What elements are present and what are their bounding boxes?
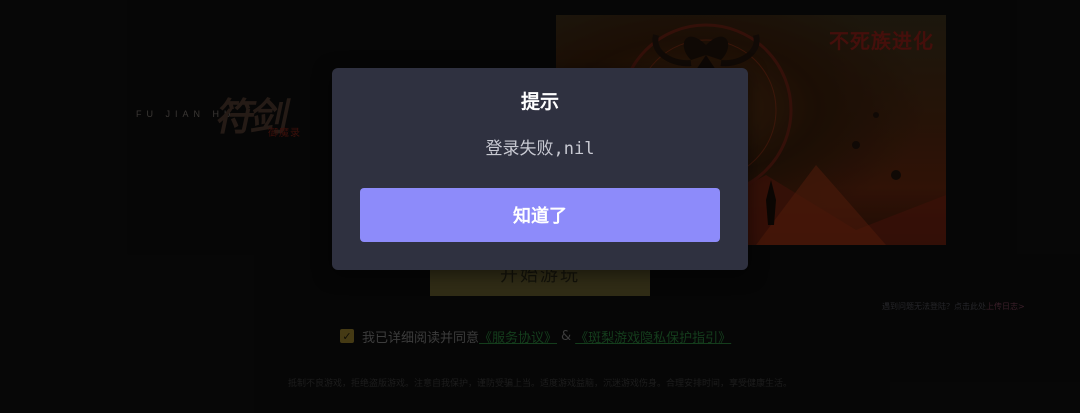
dialog-message: 登录失败,nil xyxy=(485,139,595,159)
dialog-confirm-button[interactable]: 知道了 xyxy=(360,188,720,242)
alert-dialog: 提示 登录失败,nil 知道了 xyxy=(332,68,748,270)
dialog-title: 提示 xyxy=(520,91,559,113)
game-login-screen: FU JIAN HU 符剑 御魔录 不死族进化 开始游玩 遇到问题无法登陆？点击… xyxy=(0,0,1080,413)
